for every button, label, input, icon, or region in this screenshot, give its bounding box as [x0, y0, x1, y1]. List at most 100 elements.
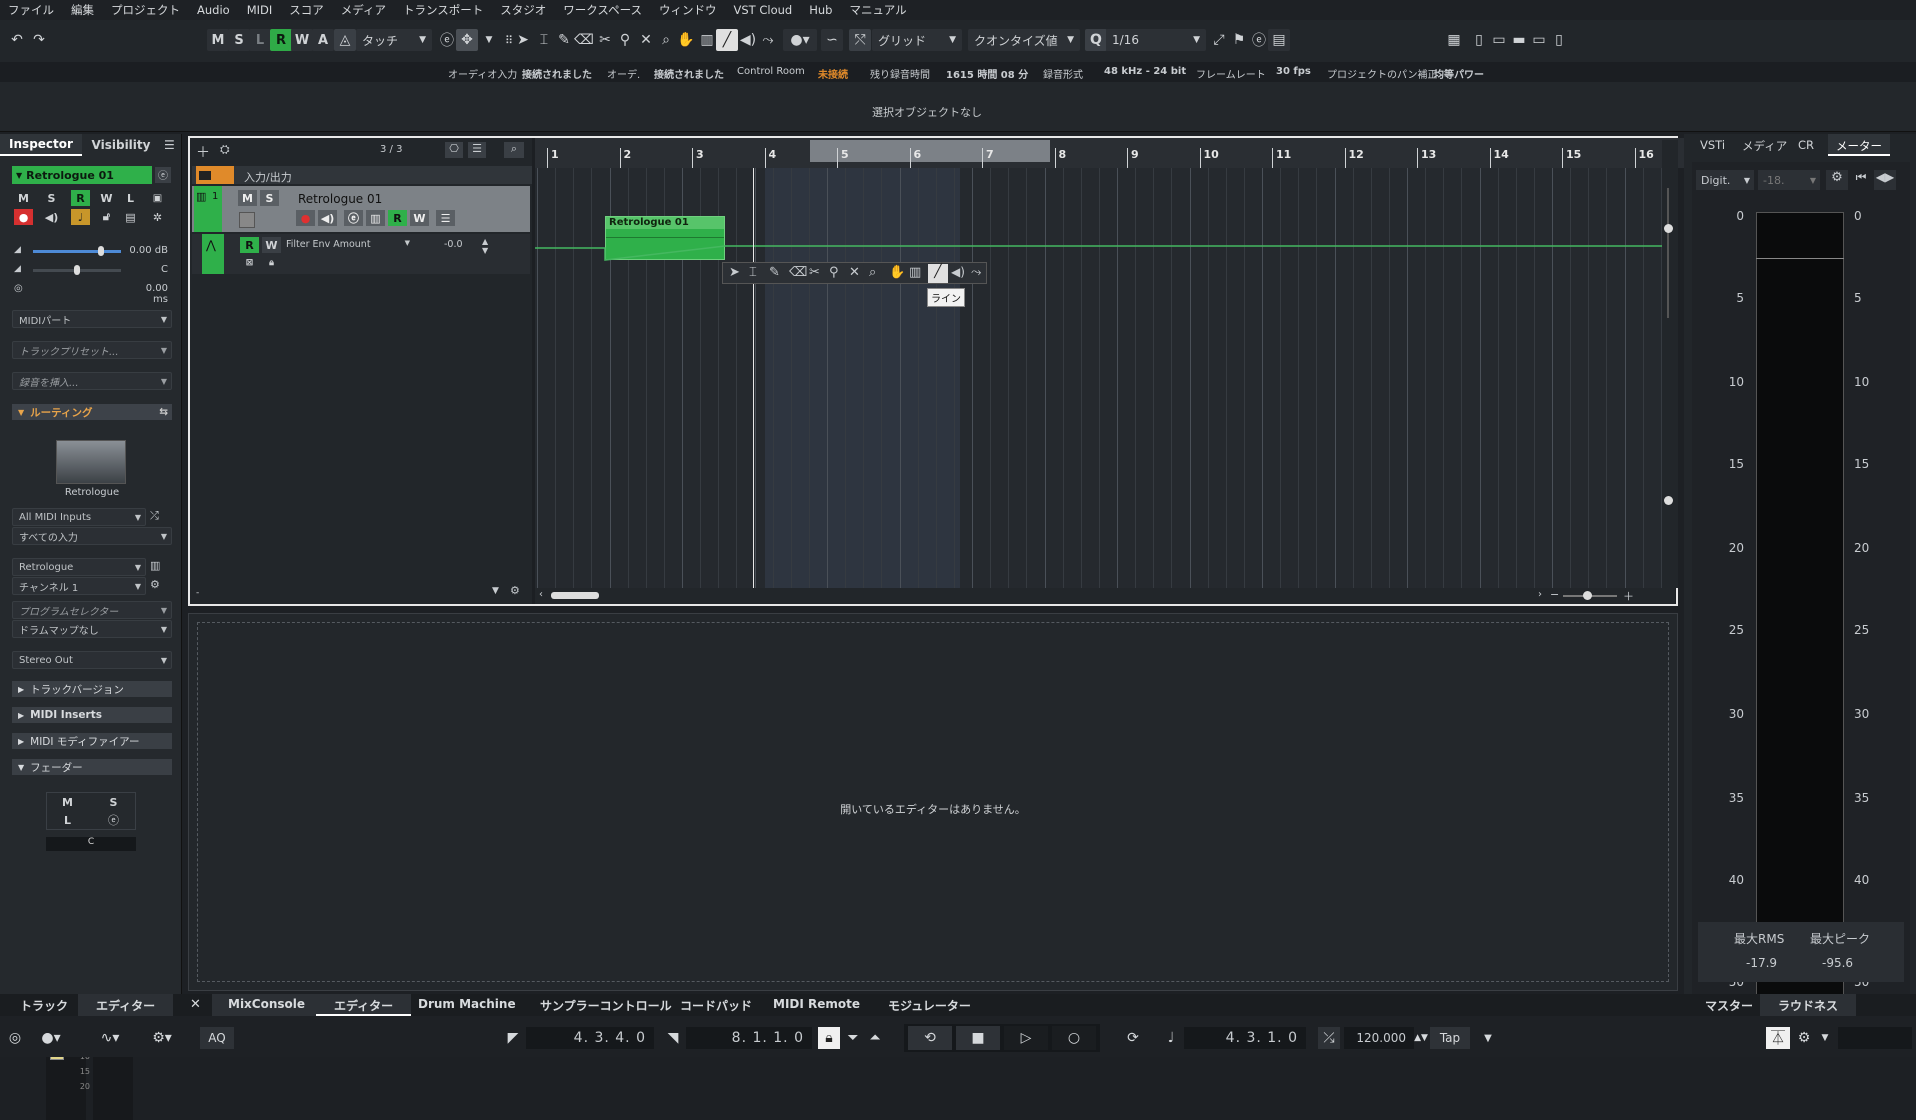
menu-item-7[interactable]: トランスポート [403, 2, 483, 18]
inspector-write-button[interactable]: W [97, 190, 116, 206]
write-button[interactable]: W [291, 29, 313, 51]
stereo-out-select[interactable]: Stereo Out ▼ [12, 651, 172, 669]
track-read-button[interactable]: R [388, 210, 407, 226]
routing-section[interactable]: ▼ ルーティング ⇆ [12, 404, 172, 420]
menu-item-4[interactable]: MIDI [247, 3, 273, 17]
track-edit-icon[interactable]: ⓔ [344, 210, 363, 226]
toolbox-line-icon[interactable]: ╱ [928, 264, 948, 283]
midi-inserts-section[interactable]: ▶ MIDI Inserts [12, 707, 172, 723]
timebase-icon[interactable]: ♩ [71, 209, 90, 225]
automation-a-button[interactable]: A [312, 29, 334, 51]
tap-button[interactable]: Tap [1430, 1027, 1470, 1049]
quantize-e-icon[interactable]: ⓔ [1248, 29, 1270, 51]
activate-icon[interactable]: ◎ [4, 1027, 26, 1049]
click-icon[interactable]: ⏄ [1766, 1027, 1790, 1049]
chevron-down-icon[interactable]: ▼ [478, 29, 500, 51]
track-solo-button[interactable]: S [260, 190, 279, 206]
toolbox-split-icon[interactable]: ✂ [809, 265, 820, 280]
chevron-down-icon[interactable]: ▼ [1478, 1027, 1498, 1049]
record-mode-icon[interactable]: ●▾ [34, 1027, 68, 1049]
redo-icon[interactable]: ↷ [28, 29, 50, 51]
left-zone-icon[interactable]: ▯ [1468, 29, 1490, 51]
all-inputs-select[interactable]: すべての入力 ▼ [12, 527, 172, 545]
zoom-tool-icon[interactable]: ⌕ [655, 29, 677, 51]
listen-button[interactable]: L [249, 29, 271, 51]
folder-track[interactable] [192, 166, 532, 184]
vertical-zoom[interactable] [1662, 140, 1678, 588]
horizontal-scroll[interactable]: ‹ › − ＋ [535, 588, 1675, 604]
snap-type-select[interactable]: グリッド ▼ [872, 29, 962, 51]
midi-part-select[interactable]: MIDIパート ▼ [12, 310, 172, 328]
record-icon[interactable]: ○ [1052, 1026, 1096, 1050]
automation-lock-icon[interactable]: 🔒︎ [262, 255, 281, 271]
quantize-type-select[interactable]: クオンタイズ値 ▼ [968, 29, 1080, 51]
tab-master[interactable]: マスター [1705, 997, 1753, 1014]
edit-instrument-icon[interactable]: ⓔ [155, 167, 171, 183]
search-icon[interactable]: ⌕ [504, 142, 524, 158]
vertical-scroll-handle[interactable] [1664, 224, 1673, 233]
play-tool-icon[interactable]: ◀) [737, 29, 759, 51]
project-cursor[interactable] [753, 168, 754, 588]
menu-item-0[interactable]: ファイル [8, 2, 54, 18]
toolbox-range-icon[interactable]: ⌶ [749, 265, 757, 280]
inspector-read-button[interactable]: R [71, 190, 90, 206]
inspector-mute-button[interactable]: M [14, 190, 33, 206]
tempo-value[interactable]: 120.000 [1344, 1027, 1414, 1049]
delay-value[interactable]: 0.00 ms [128, 283, 168, 305]
lower-zone-icon[interactable]: ▭ [1488, 29, 1510, 51]
list-icon[interactable]: ☰ [468, 142, 486, 158]
click-settings-icon[interactable]: ⚙ [1792, 1027, 1816, 1049]
automation-write-button[interactable]: W [262, 237, 281, 253]
time-format-icon[interactable]: ♩ [1160, 1027, 1182, 1049]
lower-zone-toggle-icon[interactable]: ▭ [1528, 29, 1550, 51]
toolbox-glue-icon[interactable]: ⚲ [829, 265, 839, 280]
automation-close-icon[interactable]: ⊠ [240, 255, 259, 271]
layout-icon[interactable]: ▦ [1443, 29, 1465, 51]
fader-mute-button[interactable]: M [58, 794, 77, 810]
zoom-in-icon[interactable]: ＋ [1623, 588, 1634, 604]
left-locator[interactable]: 4. 3. 4. 0 [526, 1027, 654, 1049]
zoom-out-icon[interactable]: − [1550, 588, 1559, 601]
record-enable-icon[interactable]: ● [14, 209, 33, 225]
tracklist-settings-icon[interactable]: ⚙ [510, 584, 520, 597]
inspector-edit-icon[interactable]: ▣ [148, 190, 167, 206]
vertical-scrollbar[interactable] [1667, 188, 1669, 318]
event-display[interactable]: Retrologue 01 ➤ ⌶ ✎ ⌫ ✂ ⚲ ✕ ⌕ ✋ ▥ ╱ ◀) ⤳… [535, 168, 1675, 588]
position-display[interactable]: 4. 3. 1. 0 [1184, 1027, 1306, 1049]
toolbox-warp-icon[interactable]: ⤳ [971, 265, 981, 280]
instrument-thumbnail[interactable] [56, 440, 126, 484]
draw-tool-icon[interactable]: ✎ [553, 29, 575, 51]
menu-item-12[interactable]: Hub [809, 3, 832, 17]
program-selector[interactable]: プログラムセレクター ▼ [12, 601, 172, 619]
track-keyboard-icon[interactable]: ▥ [366, 210, 385, 226]
tab-inspector[interactable]: Inspector [0, 134, 82, 156]
automation-param-select[interactable]: Filter Env Amount ▼ [286, 239, 410, 250]
tab-track[interactable]: トラック [20, 997, 68, 1014]
pan-slider-handle[interactable] [74, 265, 80, 275]
toolbox-pointer-icon[interactable]: ➤ [729, 265, 740, 280]
tab-editor-left[interactable]: エディター [78, 994, 174, 1016]
right-locator-icon[interactable]: ◥ [662, 1027, 684, 1049]
automation-value-stepper[interactable]: ▲ ▼ [482, 237, 488, 255]
channel-select[interactable]: チャンネル 1 ▼ [12, 577, 146, 595]
menu-item-5[interactable]: スコア [289, 2, 324, 18]
fader-section[interactable]: ▼ フェーダー [12, 759, 172, 775]
automation-curve[interactable] [535, 168, 1675, 588]
track-preset-select[interactable]: トラックプリセット... ▼ [12, 341, 172, 359]
menu-item-1[interactable]: 編集 [71, 2, 94, 18]
fader-solo-button[interactable]: S [104, 794, 123, 810]
drum-map-select[interactable]: ドラムマップなし ▼ [12, 620, 172, 638]
horizontal-scroll-handle[interactable] [551, 592, 599, 599]
erase-tool-icon[interactable]: ⌫ [573, 29, 595, 51]
volume-slider[interactable] [33, 250, 121, 253]
quantize-apply-icon[interactable]: ⚑ [1228, 29, 1250, 51]
menu-item-8[interactable]: スタジオ [500, 2, 546, 18]
undo-icon[interactable]: ↶ [6, 29, 28, 51]
snap-icon[interactable]: ⤲ [849, 29, 871, 51]
automation-mode-icon[interactable]: ◬ [334, 29, 356, 51]
range-tool-icon[interactable]: ⌶ [533, 29, 555, 51]
cycle-icon[interactable]: ⟲ [908, 1026, 952, 1050]
tempo-stepper[interactable]: ▲▼ [1414, 1027, 1428, 1049]
vertical-zoom-handle[interactable] [1664, 496, 1673, 505]
align-icon[interactable]: ▤ [1268, 29, 1290, 51]
